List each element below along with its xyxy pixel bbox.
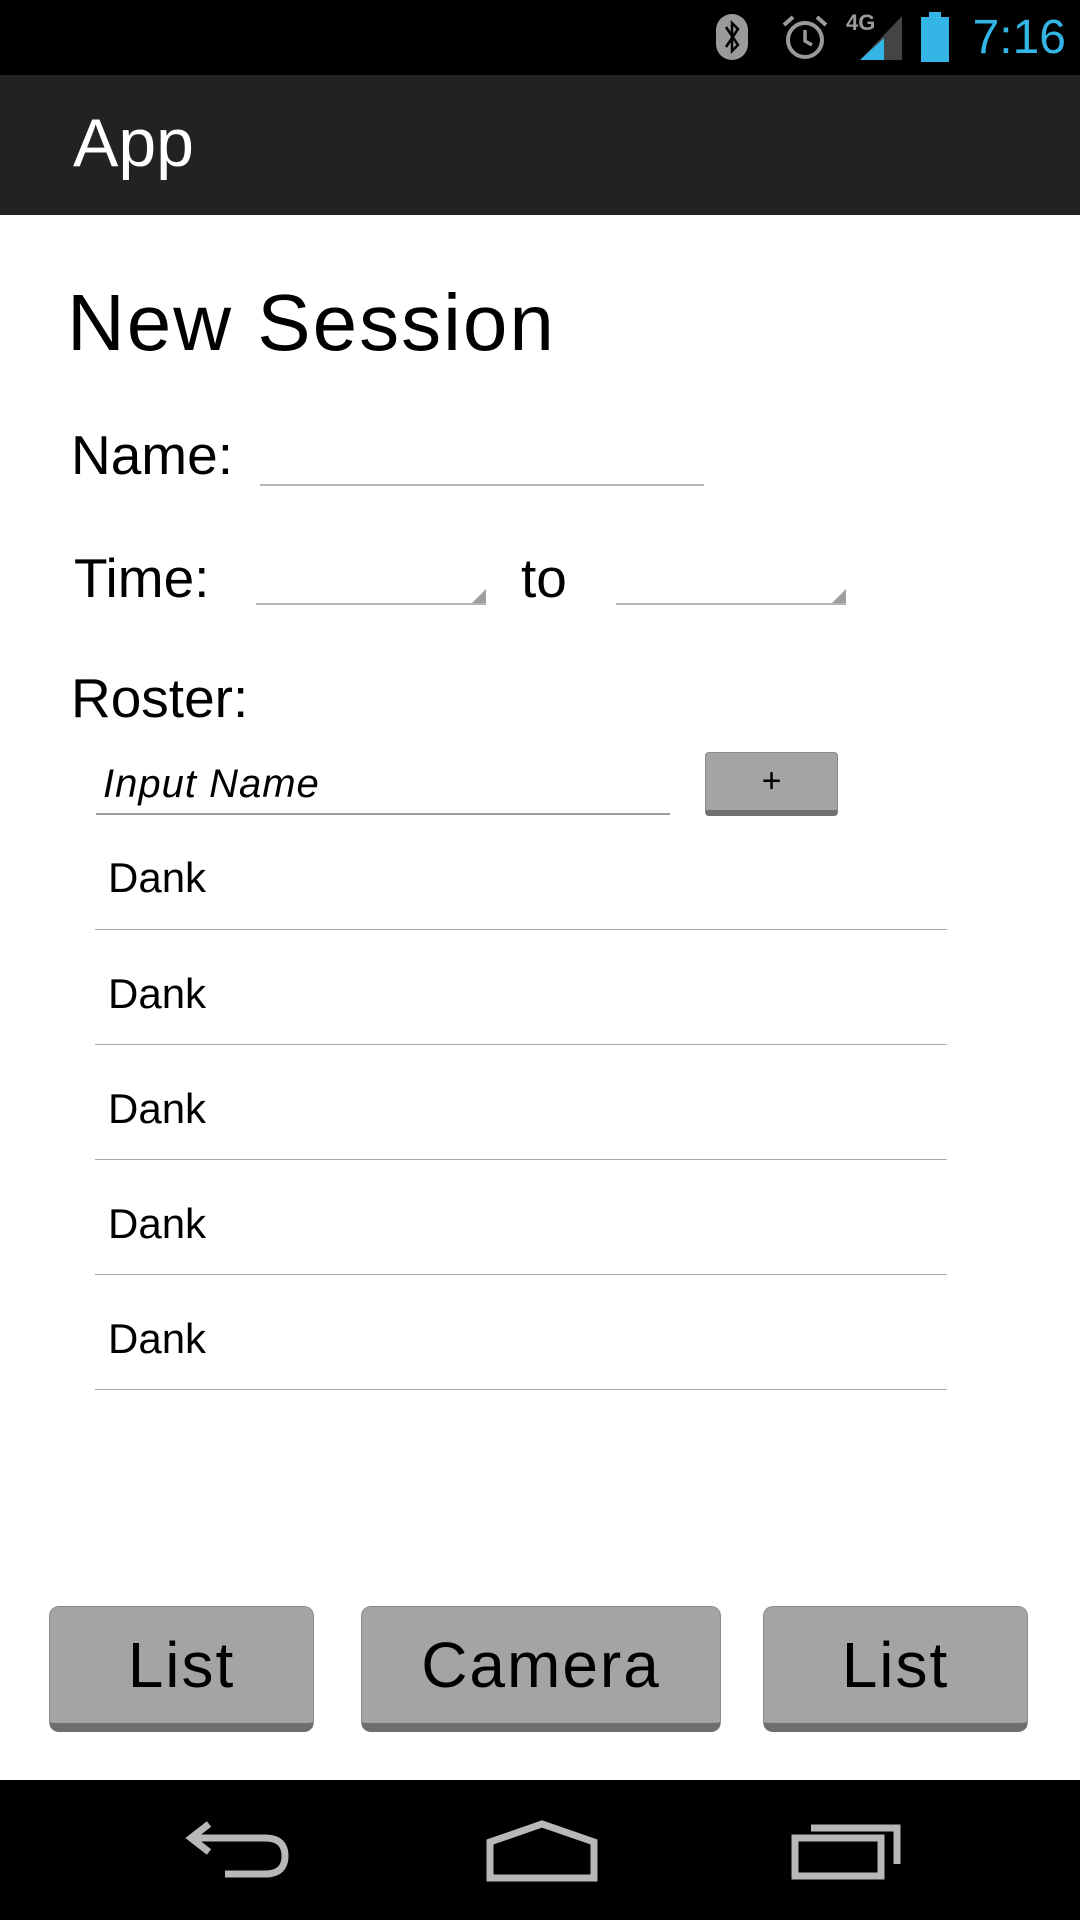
roster-name-input[interactable] xyxy=(96,755,670,815)
list-item[interactable]: Dank xyxy=(95,930,947,1045)
name-field[interactable] xyxy=(260,418,704,486)
camera-button[interactable]: Camera xyxy=(361,1606,721,1732)
list-item-label: Dank xyxy=(108,1315,207,1362)
name-label: Name: xyxy=(71,424,233,486)
list-item-label: Dank xyxy=(108,854,207,901)
battery-icon xyxy=(921,12,949,62)
time-start-spinner[interactable] xyxy=(256,545,486,605)
back-button[interactable] xyxy=(170,1810,310,1890)
page-title: New Session xyxy=(67,278,556,367)
add-roster-button[interactable]: + xyxy=(705,752,838,816)
home-icon xyxy=(486,1820,598,1882)
roster-label: Roster: xyxy=(71,667,249,729)
list-button-left[interactable]: List xyxy=(49,1606,314,1732)
status-time: 7:16 xyxy=(972,11,1066,64)
back-icon xyxy=(185,1821,289,1878)
bluetooth-icon xyxy=(716,14,748,60)
status-bar: 4G 7:16 xyxy=(0,0,1080,75)
app-title: App xyxy=(73,105,194,181)
time-label: Time: xyxy=(74,547,210,609)
list-button-right[interactable]: List xyxy=(763,1606,1028,1732)
list-item-label: Dank xyxy=(108,1085,207,1132)
list-item-label: Dank xyxy=(108,970,207,1017)
list-item[interactable]: Dank xyxy=(95,1045,947,1160)
list-item[interactable]: Dank xyxy=(95,814,947,930)
recent-apps-icon xyxy=(791,1824,901,1880)
alarm-icon xyxy=(782,15,828,59)
list-item-label: Dank xyxy=(108,1200,207,1247)
signal-icon xyxy=(860,16,902,60)
home-button[interactable] xyxy=(472,1810,612,1890)
action-bar: App xyxy=(0,75,1080,215)
time-end-spinner[interactable] xyxy=(616,545,846,605)
time-to-label: to xyxy=(521,547,567,609)
dropdown-triangle-icon xyxy=(832,589,846,603)
navigation-bar xyxy=(0,1780,1080,1920)
recent-apps-button[interactable] xyxy=(776,1810,916,1890)
list-item[interactable]: Dank xyxy=(95,1275,947,1390)
list-item[interactable]: Dank xyxy=(95,1160,947,1275)
dropdown-triangle-icon xyxy=(472,589,486,603)
roster-list: Dank Dank Dank Dank Dank xyxy=(95,814,947,1390)
